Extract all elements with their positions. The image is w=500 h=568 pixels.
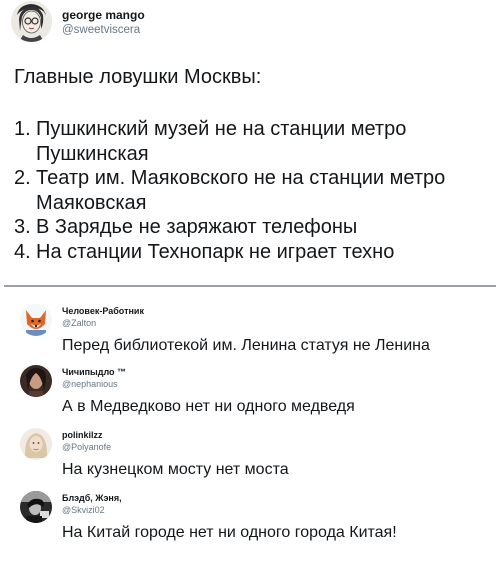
divider	[4, 285, 496, 287]
fox-avatar-icon	[20, 304, 52, 336]
list-item-number: 4.	[14, 240, 31, 263]
list-item-number: 1.	[14, 118, 31, 140]
reply-text: На кузнецком мосту нет моста	[62, 461, 289, 478]
list-item: 3. В Зарядье не заряжают телефоны	[14, 215, 496, 240]
reply: Чичипыдло ™ @nephanious А в Медведково н…	[0, 365, 500, 431]
list-item: 1. Пушкинский музей не на станции метро П…	[14, 117, 496, 166]
reply-author-handle[interactable]: @Skvizi02	[62, 505, 105, 515]
blonde-avatar-icon	[20, 428, 52, 460]
reply: Блэдб, Жэня, @Skvizi02 На Китай городе н…	[0, 491, 500, 557]
reply-text: А в Медведково нет ни одного медведя	[62, 398, 355, 415]
reply: polinkilzz @Polyanofe На кузнецком мосту…	[0, 428, 500, 494]
list-item: 2. Театр им. Маяковского не на станции ме…	[14, 166, 496, 215]
list-item-text: На станции Технопарк не играет техно	[36, 240, 395, 263]
reply-author-handle[interactable]: @nephanious	[62, 379, 118, 389]
list-item-text: Театр им. Маяковского не на станции метр…	[36, 167, 446, 214]
list-item-text: В Зарядье не заряжают телефоны	[36, 216, 358, 238]
list-item-number: 2.	[14, 167, 31, 189]
list-item-text: Пушкинский музей не на станции метро Пуш…	[36, 118, 407, 165]
reply-avatar[interactable]	[20, 365, 52, 397]
reply-avatar[interactable]	[20, 304, 52, 336]
author-name[interactable]: george mango	[62, 8, 145, 22]
reply-author-name[interactable]: polinkilzz	[62, 430, 103, 440]
reply-author-name[interactable]: Блэдб, Жэня,	[62, 493, 122, 503]
portrait-avatar-icon	[11, 1, 52, 42]
dark-avatar-icon	[20, 491, 52, 523]
reply-author-name[interactable]: Чичипыдло ™	[62, 367, 126, 377]
tweet-list: 1. Пушкинский музей не на станции метро П…	[14, 117, 496, 264]
list-item: 4. На станции Технопарк не играет техно	[14, 240, 496, 265]
reply: Человек-Работник @Zalton Перед библиотек…	[0, 304, 500, 370]
reply-author-handle[interactable]: @Polyanofe	[62, 442, 111, 452]
reply-author-name[interactable]: Человек-Работник	[62, 306, 144, 316]
tweet-intro: Главные ловушки Москвы:	[14, 66, 262, 88]
list-item-number: 3.	[14, 216, 31, 238]
author-avatar[interactable]	[11, 1, 52, 42]
reply-author-handle[interactable]: @Zalton	[62, 318, 96, 328]
author-handle[interactable]: @sweetviscera	[62, 24, 140, 36]
reply-avatar[interactable]	[20, 428, 52, 460]
reply-avatar[interactable]	[20, 491, 52, 523]
reply-text: Перед библиотекой им. Ленина статуя не Л…	[62, 337, 430, 354]
reply-text: На Китай городе нет ни одного города Кит…	[62, 524, 397, 541]
portrait-avatar-icon	[20, 365, 52, 397]
